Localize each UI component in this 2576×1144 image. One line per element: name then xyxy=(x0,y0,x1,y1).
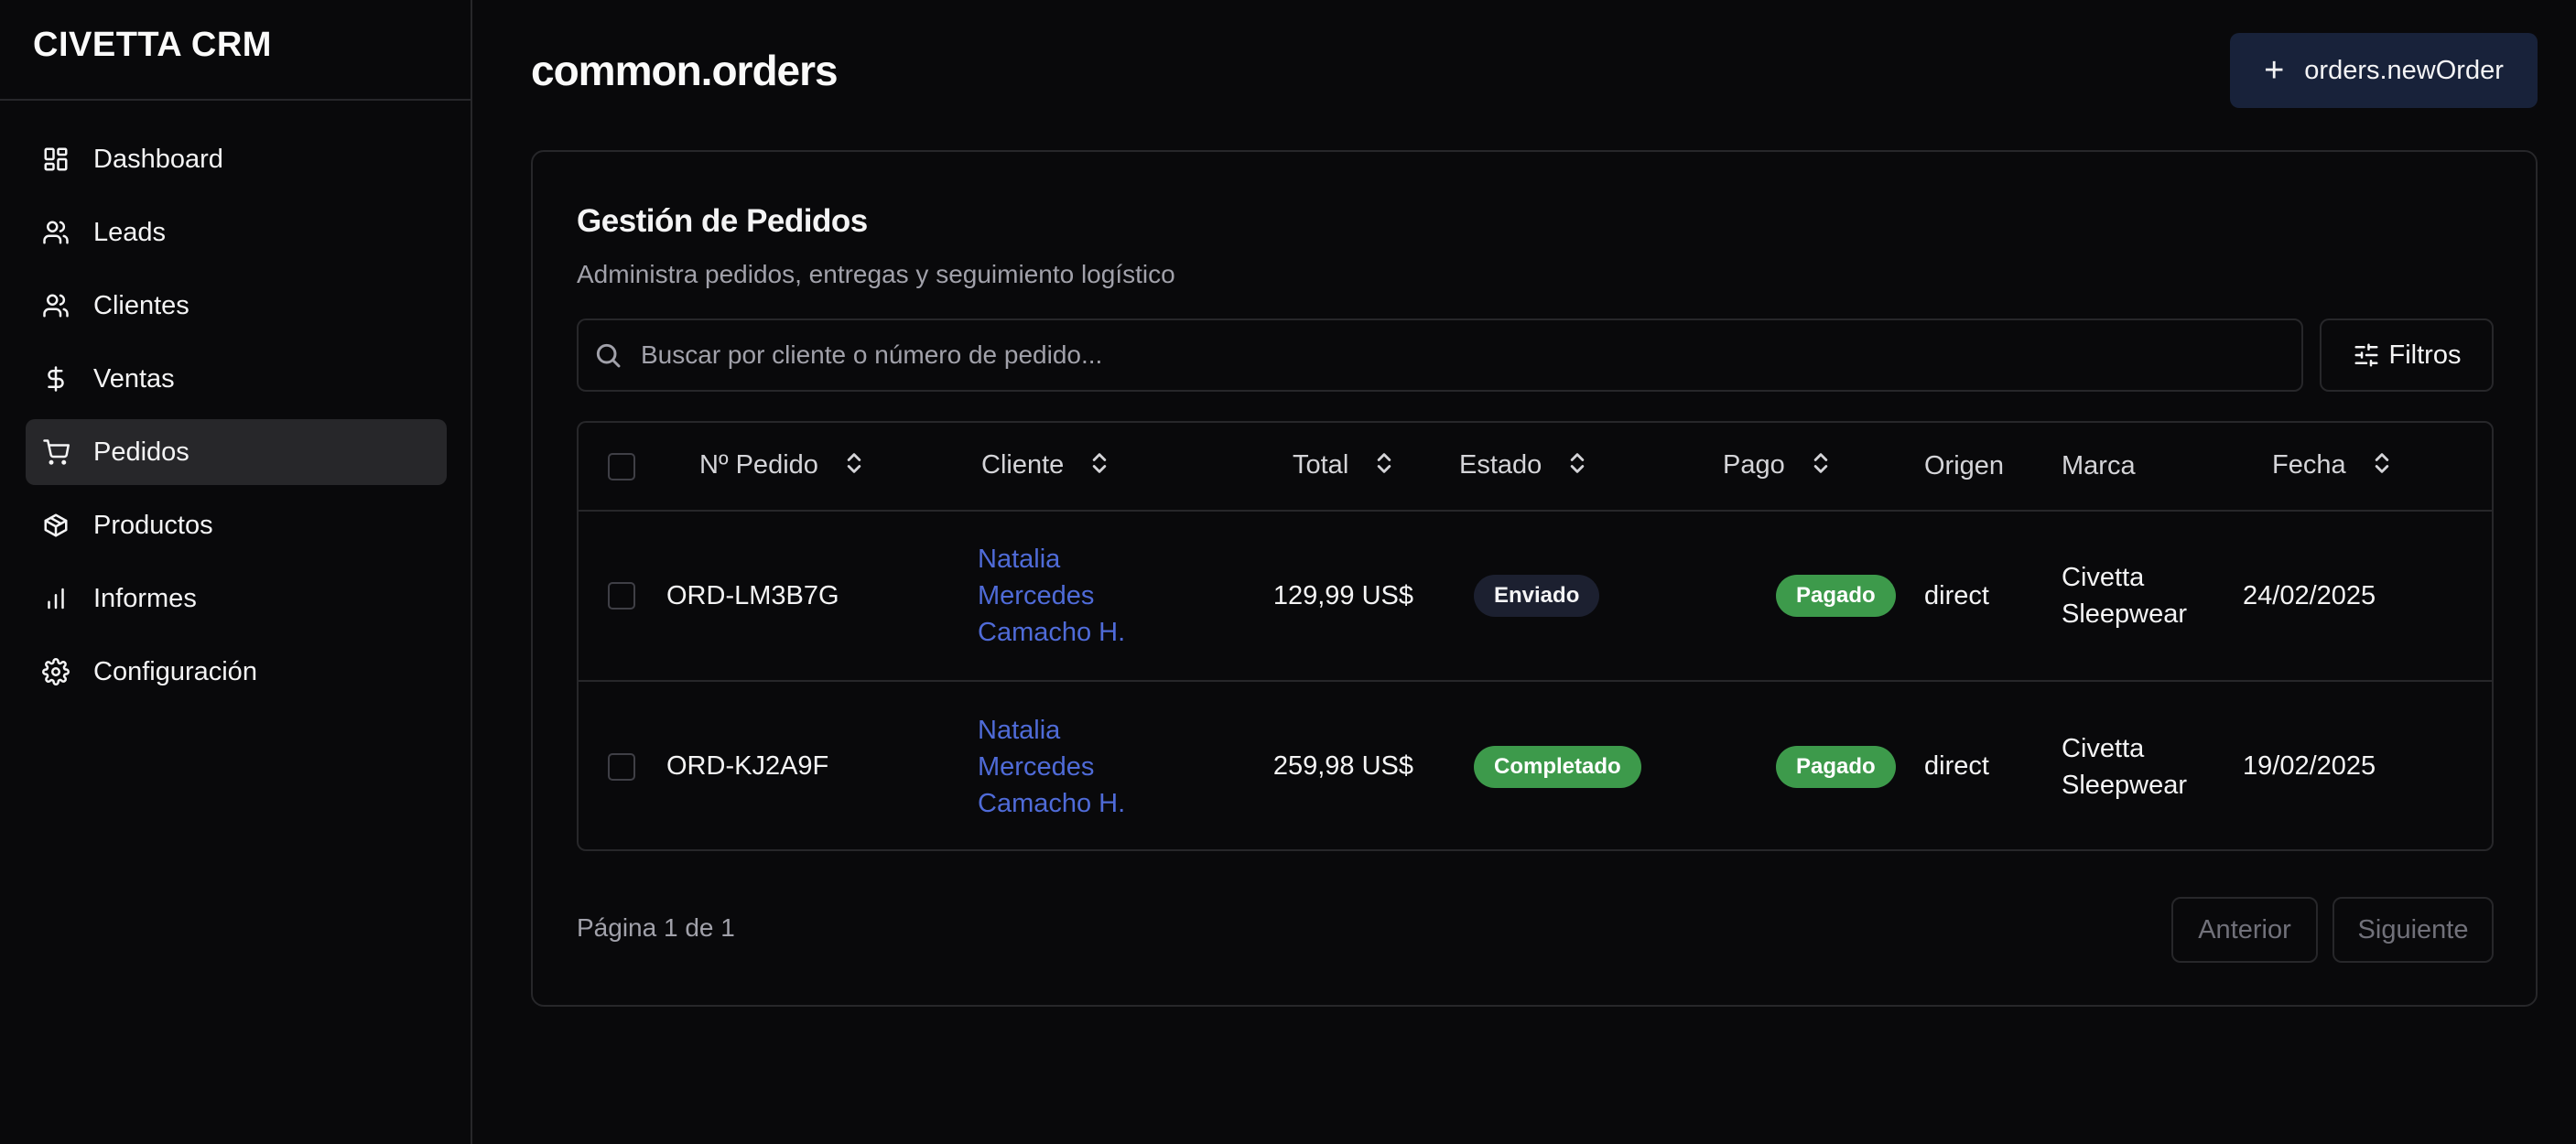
card-subtitle: Administra pedidos, entregas y seguimien… xyxy=(577,260,1175,288)
orders-card: Gestión de Pedidos Administra pedidos, e… xyxy=(531,150,2538,1007)
column-header-payment[interactable]: Pago xyxy=(1690,423,1924,512)
select-all-checkbox[interactable] xyxy=(608,452,635,480)
sidebar-item-ventas[interactable]: Ventas xyxy=(26,346,447,412)
app-root: CIVETTA CRM Dashboard Leads Clientes Ven… xyxy=(0,0,2576,1144)
bar-chart-icon xyxy=(40,583,71,614)
sort-icon xyxy=(1089,450,1109,483)
brand-logo[interactable]: CIVETTA CRM xyxy=(0,0,471,101)
dollar-sign-icon xyxy=(40,363,71,394)
sidebar: CIVETTA CRM Dashboard Leads Clientes Ven… xyxy=(0,0,472,1144)
new-order-button[interactable]: + orders.newOrder xyxy=(2230,33,2538,108)
order-brand: Civetta Sleepwear xyxy=(2062,733,2188,800)
row-checkbox[interactable] xyxy=(608,752,635,781)
layout-dashboard-icon xyxy=(40,144,71,175)
order-origin: direct xyxy=(1924,511,2062,682)
filters-label: Filtros xyxy=(2388,340,2462,370)
sidebar-item-label: Pedidos xyxy=(93,437,189,467)
row-checkbox[interactable] xyxy=(608,582,635,610)
status-badge: Completado xyxy=(1474,745,1641,788)
plus-icon: + xyxy=(2264,51,2285,90)
order-number: ORD-LM3B7G xyxy=(666,511,950,682)
sidebar-item-label: Leads xyxy=(93,217,167,247)
shopping-cart-icon xyxy=(40,437,71,468)
sidebar-item-label: Configuración xyxy=(93,656,257,686)
column-header-order[interactable]: Nº Pedido xyxy=(666,423,950,512)
sort-icon xyxy=(1567,450,1587,483)
column-header-total[interactable]: Total xyxy=(1225,423,1428,512)
sort-icon xyxy=(844,450,864,483)
column-header-status[interactable]: Estado xyxy=(1428,423,1690,512)
next-page-button[interactable]: Siguiente xyxy=(2332,897,2494,963)
order-brand: Civetta Sleepwear xyxy=(2062,511,2243,682)
column-header-origin: Origen xyxy=(1924,423,2062,512)
package-icon xyxy=(40,510,71,541)
sidebar-item-label: Productos xyxy=(93,510,213,540)
order-date: 19/02/2025 xyxy=(2243,751,2376,781)
order-total: 259,98 US$ xyxy=(1272,751,1413,781)
card-title: Gestión de Pedidos xyxy=(577,203,868,239)
sidebar-item-informes[interactable]: Informes xyxy=(26,566,447,631)
table-row[interactable]: ORD-LM3B7G Natalia Mercedes Camacho H. 1… xyxy=(579,511,2492,682)
table-row[interactable]: ORD-KJ2A9F Natalia Mercedes Camacho H. 2… xyxy=(579,681,2492,849)
column-header-client[interactable]: Cliente xyxy=(950,423,1225,512)
users-icon xyxy=(40,290,71,321)
sort-icon xyxy=(1811,450,1831,483)
payment-badge: Pagado xyxy=(1776,575,1896,617)
order-origin: direct xyxy=(1924,751,1989,781)
sidebar-item-productos[interactable]: Productos xyxy=(26,492,447,558)
search-input[interactable] xyxy=(641,340,2270,370)
sliders-icon xyxy=(2354,343,2378,367)
table-header-row: Nº Pedido Cliente Total Estado Pago Orig… xyxy=(579,423,2492,512)
new-order-label: orders.newOrder xyxy=(2304,55,2504,85)
sort-icon xyxy=(2372,450,2392,483)
users-icon xyxy=(40,217,71,248)
search-icon xyxy=(596,343,621,368)
sidebar-item-configuracion[interactable]: Configuración xyxy=(26,639,447,705)
order-total: 129,99 US$ xyxy=(1225,511,1428,682)
client-link[interactable]: Natalia Mercedes Camacho H. xyxy=(978,712,1161,822)
column-header-brand: Marca xyxy=(2062,423,2243,512)
pagination-info: Página 1 de 1 xyxy=(577,913,735,942)
previous-page-button[interactable]: Anterior xyxy=(2171,897,2318,963)
status-badge: Enviado xyxy=(1474,575,1600,617)
sidebar-item-label: Ventas xyxy=(93,363,175,394)
sidebar-item-pedidos[interactable]: Pedidos xyxy=(26,419,447,485)
sidebar-nav: Dashboard Leads Clientes Ventas Pedidos … xyxy=(0,101,471,705)
page-title: common.orders xyxy=(531,47,839,94)
sidebar-item-dashboard[interactable]: Dashboard xyxy=(26,126,447,192)
main-content: common.orders + orders.newOrder Gestión … xyxy=(472,0,2576,1144)
search-box xyxy=(577,318,2303,392)
payment-badge: Pagado xyxy=(1776,745,1896,788)
filters-button[interactable]: Filtros xyxy=(2320,318,2494,392)
order-date: 24/02/2025 xyxy=(2243,511,2492,682)
orders-table: Nº Pedido Cliente Total Estado Pago Orig… xyxy=(577,421,2494,851)
client-link[interactable]: Natalia Mercedes Camacho H. xyxy=(978,541,1161,651)
settings-icon xyxy=(40,656,71,687)
sidebar-item-label: Dashboard xyxy=(93,144,223,174)
sort-icon xyxy=(1374,450,1394,483)
order-number: ORD-KJ2A9F xyxy=(666,751,829,781)
column-header-date[interactable]: Fecha xyxy=(2243,423,2492,512)
sidebar-item-clientes[interactable]: Clientes xyxy=(26,273,447,339)
sidebar-item-leads[interactable]: Leads xyxy=(26,200,447,265)
sidebar-item-label: Informes xyxy=(93,583,197,613)
sidebar-item-label: Clientes xyxy=(93,290,189,320)
